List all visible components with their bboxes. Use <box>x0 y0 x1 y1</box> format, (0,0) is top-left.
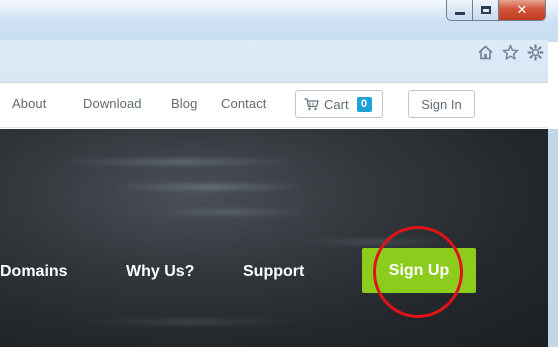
home-icon[interactable] <box>477 44 494 61</box>
sign-in-button[interactable]: Sign In <box>408 90 475 118</box>
cart-label: Cart <box>324 96 349 112</box>
minimize-icon <box>454 12 465 15</box>
nav-link-about[interactable]: About <box>12 96 46 111</box>
window-controls: ✕ <box>446 0 546 22</box>
nav-link-contact[interactable]: Contact <box>221 96 267 111</box>
hero-light-streak <box>60 159 300 165</box>
cart-count-badge: 0 <box>356 96 372 112</box>
cart-button[interactable]: Cart 0 <box>295 90 383 118</box>
cart-icon <box>304 97 319 110</box>
hero-light-streak <box>80 319 300 325</box>
close-button[interactable]: ✕ <box>499 0 546 21</box>
hero-light-streak <box>150 209 310 215</box>
hero-light-streak <box>110 184 310 190</box>
browser-toolbar <box>0 40 548 82</box>
highlight-circle <box>373 226 463 318</box>
nav-link-download[interactable]: Download <box>83 96 142 111</box>
maximize-icon <box>480 6 491 14</box>
maximize-button[interactable] <box>473 0 499 21</box>
hero-nav-domains[interactable]: Domains <box>0 263 68 281</box>
hero-nav-why-us[interactable]: Why Us? <box>126 263 194 281</box>
nav-link-blog[interactable]: Blog <box>171 96 197 111</box>
close-icon: ✕ <box>516 2 528 18</box>
window-frame-right <box>548 129 558 347</box>
hero-banner <box>0 129 548 347</box>
gear-icon[interactable] <box>527 44 544 61</box>
hero-nav-support[interactable]: Support <box>243 263 304 281</box>
browser-toolbar-icons <box>477 44 544 61</box>
minimize-button[interactable] <box>446 0 473 21</box>
star-icon[interactable] <box>502 44 519 61</box>
